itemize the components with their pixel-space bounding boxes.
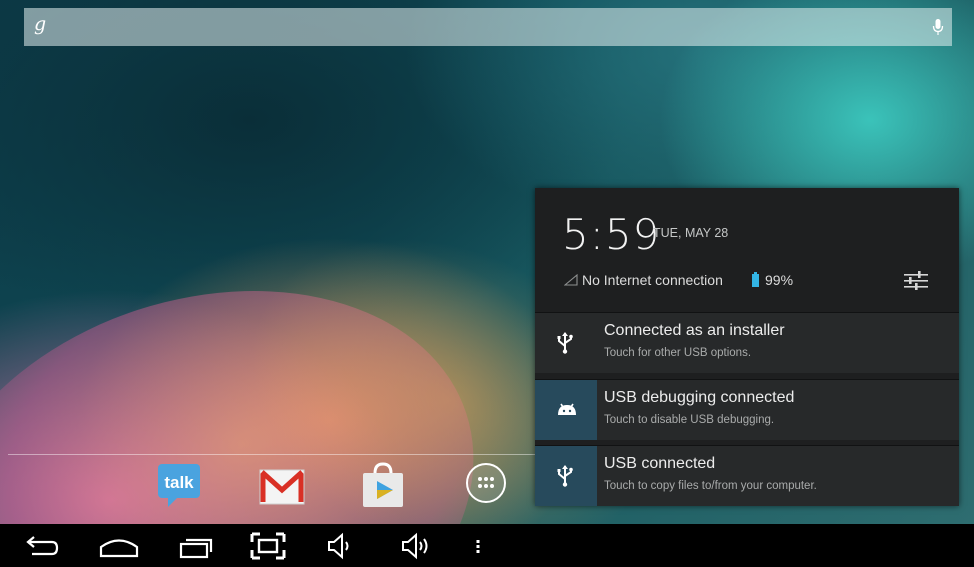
usb-icon	[557, 332, 573, 354]
google-search-bar[interactable]: g	[24, 8, 952, 46]
notification-subtitle: Touch to copy files to/from your compute…	[604, 480, 817, 492]
talk-app-icon[interactable]: talk	[156, 462, 202, 508]
menu-icon[interactable]	[472, 532, 484, 560]
notification-icon-box	[535, 446, 597, 506]
battery-percent: 99%	[765, 272, 794, 288]
notification-panel: 5:59 TUE, MAY 28 No Internet connection …	[535, 188, 959, 506]
network-status: No Internet connection	[563, 272, 723, 288]
all-apps-button[interactable]	[466, 463, 506, 503]
quick-settings-button[interactable]	[903, 270, 929, 292]
gmail-app-icon[interactable]	[258, 466, 306, 506]
recents-icon[interactable]	[178, 532, 214, 560]
notification-icon-box	[535, 313, 597, 373]
battery-icon	[752, 272, 759, 287]
google-search-icon[interactable]: g	[34, 13, 46, 35]
home-icon[interactable]	[98, 532, 140, 560]
no-signal-icon	[563, 273, 578, 286]
talk-label: talk	[164, 473, 194, 492]
all-apps-icon	[478, 477, 494, 488]
notification-icon-box	[535, 380, 597, 440]
clock-date: TUE, MAY 28	[653, 226, 729, 240]
android-debug-icon	[558, 403, 576, 415]
network-status-text: No Internet connection	[582, 272, 723, 288]
mic-icon[interactable]	[932, 18, 944, 36]
volume-up-icon[interactable]	[400, 532, 434, 560]
notification-subtitle: Touch for other USB options.	[604, 347, 752, 359]
back-icon[interactable]	[22, 532, 60, 560]
screenshot-icon[interactable]	[250, 532, 286, 560]
notification-usb-connected[interactable]: USB connected Touch to copy files to/fro…	[535, 445, 959, 506]
usb-icon	[557, 465, 573, 487]
play-store-app-icon[interactable]	[359, 461, 407, 509]
notification-usb-debugging[interactable]: USB debugging connected Touch to disable…	[535, 379, 959, 440]
battery-status: 99%	[752, 272, 793, 288]
notification-title: USB debugging connected	[604, 389, 795, 406]
notification-title: Connected as an installer	[604, 322, 785, 339]
dock-divider	[8, 454, 608, 455]
clock-time: 5:59	[562, 210, 661, 259]
notification-subtitle: Touch to disable USB debugging.	[604, 414, 775, 426]
notification-title: USB connected	[604, 455, 716, 472]
volume-down-icon[interactable]	[326, 532, 356, 560]
system-nav-bar	[0, 524, 974, 567]
notification-usb-installer[interactable]: Connected as an installer Touch for othe…	[535, 312, 959, 373]
